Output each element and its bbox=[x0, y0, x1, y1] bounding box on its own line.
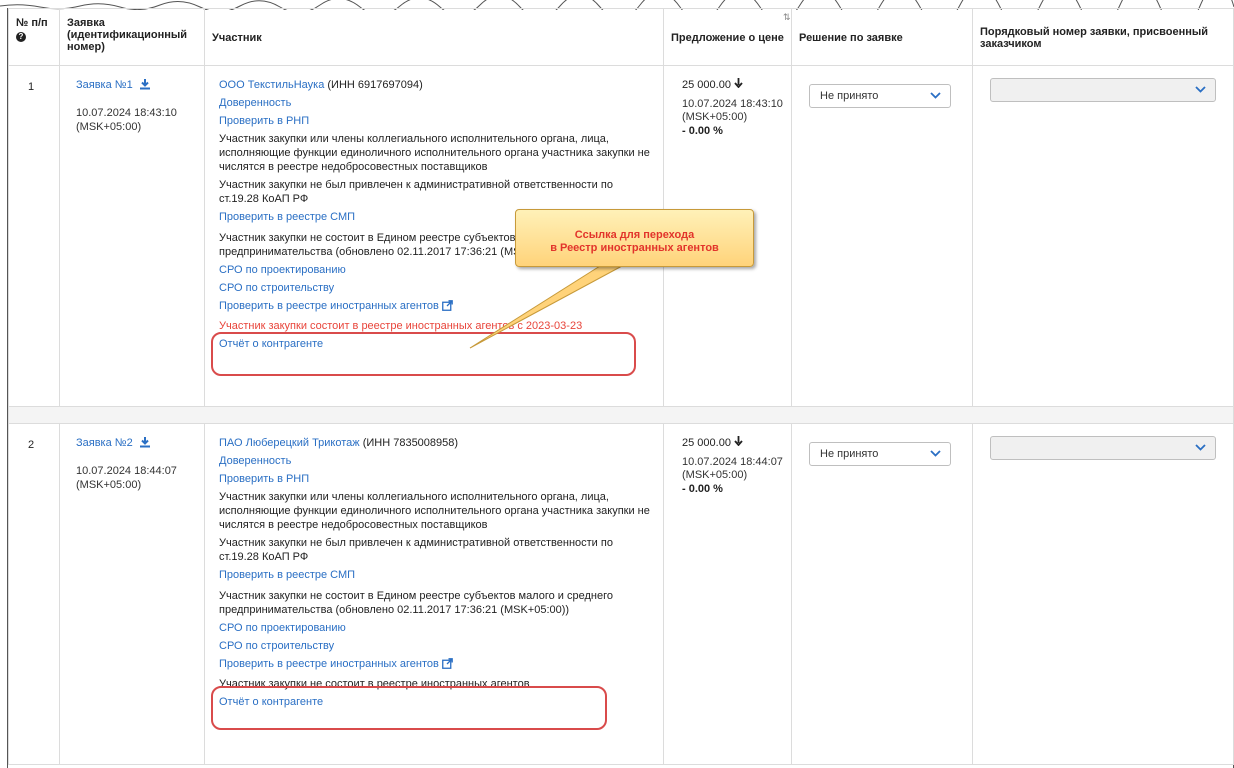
application-link[interactable]: Заявка №2 bbox=[76, 437, 133, 449]
decision-cell: Не принято bbox=[791, 423, 973, 765]
row-separator bbox=[8, 406, 1234, 424]
price-cell: 25 000.00 10.07.2024 18:44:07 (MSK+05:00… bbox=[663, 423, 792, 765]
table-row: 2 Заявка №2 10.07.2024 18:44:07 (MSK+05:… bbox=[8, 423, 1234, 765]
sro-build-link[interactable]: СРО по строительству bbox=[219, 640, 334, 652]
smp-status: Участник закупки не состоит в Едином рее… bbox=[219, 590, 613, 616]
header-price[interactable]: Предложение о цене bbox=[663, 8, 792, 66]
sro-build-link[interactable]: СРО по строительству bbox=[219, 282, 334, 294]
rnp-status: Участник закупки или члены коллегиальног… bbox=[219, 133, 650, 173]
application-date: 10.07.2024 18:44:07 (MSK+05:00) bbox=[76, 465, 177, 491]
applications-table-frame: ⇅ № п/п ? Заявка (идентификационный номе… bbox=[7, 8, 1234, 768]
external-link-icon[interactable] bbox=[441, 658, 453, 673]
highlight-frame-1 bbox=[211, 332, 636, 376]
company-link[interactable]: ПАО Люберецкий Трикотаж bbox=[219, 437, 360, 449]
check-foreign-agents-link[interactable]: Проверить в реестре иностранных агентов bbox=[219, 658, 439, 670]
check-foreign-agents-link[interactable]: Проверить в реестре иностранных агентов bbox=[219, 300, 439, 312]
arrow-down-icon bbox=[734, 78, 743, 91]
sort-icon[interactable]: ⇅ bbox=[783, 12, 791, 23]
chevron-down-icon bbox=[930, 89, 941, 103]
chevron-down-icon bbox=[930, 447, 941, 461]
proxy-link[interactable]: Доверенность bbox=[219, 455, 291, 467]
chevron-down-icon bbox=[1195, 441, 1206, 455]
row-number: 1 bbox=[8, 65, 60, 407]
decision-select[interactable]: Не принято bbox=[809, 442, 951, 466]
application-cell: Заявка №1 10.07.2024 18:43:10 (MSK+05:00… bbox=[59, 65, 205, 407]
row-number: 2 bbox=[8, 423, 60, 765]
application-link[interactable]: Заявка №1 bbox=[76, 79, 133, 91]
order-number-select[interactable] bbox=[990, 78, 1216, 102]
order-cell bbox=[972, 65, 1234, 407]
help-icon[interactable]: ? bbox=[16, 32, 26, 42]
koap-status: Участник закупки не был привлечен к адми… bbox=[219, 179, 613, 205]
highlight-frame-2 bbox=[211, 686, 607, 730]
check-rnp-link[interactable]: Проверить в РНП bbox=[219, 115, 309, 127]
price-value: 25 000.00 bbox=[682, 437, 731, 449]
download-icon[interactable] bbox=[139, 436, 151, 452]
price-percent: - 0.00 % bbox=[682, 483, 723, 495]
sro-design-link[interactable]: СРО по проектированию bbox=[219, 264, 346, 276]
external-link-icon[interactable] bbox=[441, 300, 453, 315]
check-smp-link[interactable]: Проверить в реестре СМП bbox=[219, 211, 355, 223]
header-participant: Участник bbox=[204, 8, 664, 66]
price-value: 25 000.00 bbox=[682, 79, 731, 91]
order-cell bbox=[972, 423, 1234, 765]
arrow-down-icon bbox=[734, 436, 743, 449]
decision-select[interactable]: Не принято bbox=[809, 84, 951, 108]
application-cell: Заявка №2 10.07.2024 18:44:07 (MSK+05:00… bbox=[59, 423, 205, 765]
header-decision: Решение по заявке bbox=[791, 8, 973, 66]
company-inn: (ИНН 6917697094) bbox=[324, 79, 423, 91]
header-order: Порядковый номер заявки, присвоенный зак… bbox=[972, 8, 1234, 66]
company-inn: (ИНН 7835008958) bbox=[359, 437, 459, 449]
koap-status: Участник закупки не был привлечен к адми… bbox=[219, 537, 613, 563]
rnp-status: Участник закупки или члены коллегиальног… bbox=[219, 491, 650, 531]
company-link[interactable]: ООО ТекстильНаука bbox=[219, 79, 324, 91]
price-date: 10.07.2024 18:43:10 (MSK+05:00) bbox=[682, 98, 783, 123]
proxy-link[interactable]: Доверенность bbox=[219, 97, 291, 109]
callout-line-1: Ссылка для перехода bbox=[574, 229, 695, 241]
price-percent: - 0.00 % bbox=[682, 125, 723, 137]
applications-table: № п/п ? Заявка (идентификационный номер)… bbox=[8, 8, 1234, 765]
table-header-row: № п/п ? Заявка (идентификационный номер)… bbox=[8, 8, 1234, 66]
callout-line-2: в Реестр иностранных агентов bbox=[550, 242, 719, 254]
application-date: 10.07.2024 18:43:10 (MSK+05:00) bbox=[76, 107, 177, 133]
check-smp-link[interactable]: Проверить в реестре СМП bbox=[219, 569, 355, 581]
header-application: Заявка (идентификационный номер) bbox=[59, 8, 205, 66]
chevron-down-icon bbox=[1195, 83, 1206, 97]
header-num: № п/п ? bbox=[8, 8, 60, 66]
download-icon[interactable] bbox=[139, 78, 151, 94]
foreign-agents-status: Участник закупки состоит в реестре иност… bbox=[219, 320, 583, 332]
check-rnp-link[interactable]: Проверить в РНП bbox=[219, 473, 309, 485]
price-date: 10.07.2024 18:44:07 (MSK+05:00) bbox=[682, 456, 783, 481]
decision-cell: Не принято bbox=[791, 65, 973, 407]
order-number-select[interactable] bbox=[990, 436, 1216, 460]
sro-design-link[interactable]: СРО по проектированию bbox=[219, 622, 346, 634]
annotation-callout: Ссылка для перехода в Реестр иностранных… bbox=[515, 209, 754, 267]
